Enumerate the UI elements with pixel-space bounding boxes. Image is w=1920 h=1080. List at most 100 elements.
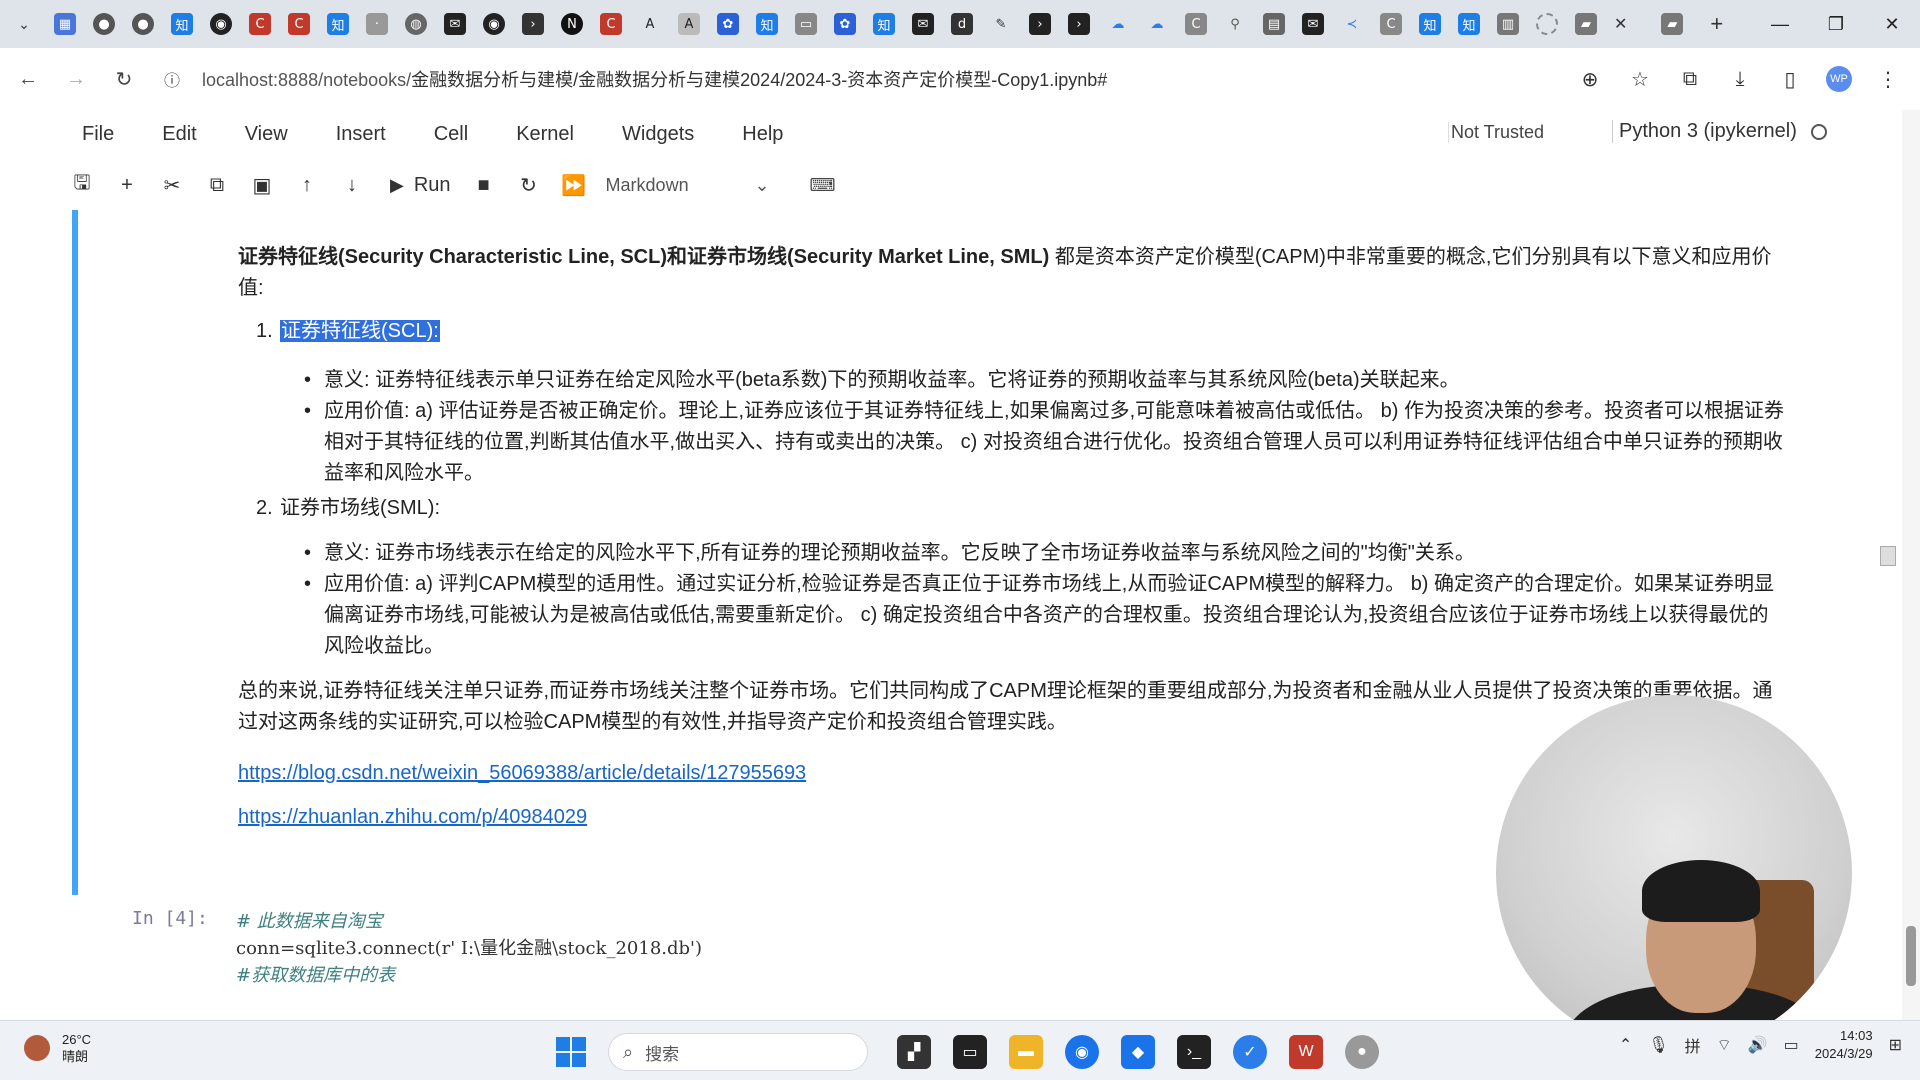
grid-icon[interactable]: ▤ — [1263, 13, 1285, 35]
maximize-icon[interactable]: ❐ — [1808, 0, 1864, 48]
dot-icon[interactable]: · — [366, 13, 388, 35]
record-icon[interactable]: ● — [93, 13, 115, 35]
avatar[interactable]: WP — [1826, 66, 1852, 92]
reload-icon[interactable]: ↻ — [104, 59, 144, 99]
close-tab-icon[interactable]: ✕ — [1614, 14, 1627, 34]
zoom-icon[interactable]: ⊕ — [1576, 65, 1604, 93]
menu-widgets[interactable]: Widgets — [622, 123, 694, 146]
taskbar-search[interactable]: ⌕ 搜索 — [608, 1033, 868, 1071]
vscode-icon[interactable]: ≺ — [1341, 13, 1363, 35]
menu-file[interactable]: File — [82, 123, 114, 146]
run-button[interactable]: ▶ Run — [390, 174, 451, 197]
ai-icon[interactable]: A — [678, 13, 700, 35]
book-icon[interactable]: ▥ — [1497, 13, 1519, 35]
trust-indicator[interactable]: Not Trusted — [1448, 122, 1544, 143]
runner-icon[interactable]: ⚲ — [1224, 13, 1246, 35]
add-cell-icon[interactable]: + — [115, 173, 139, 197]
zhihu-icon[interactable]: 知 — [1458, 13, 1480, 35]
keyboard-icon[interactable]: ⌨ — [810, 175, 836, 196]
menu-kernel[interactable]: Kernel — [516, 123, 574, 146]
url-field[interactable]: localhost:8888/notebooks/金融数据分析与建模/金融数据分… — [202, 66, 1107, 92]
minimize-icon[interactable]: — — [1752, 0, 1808, 48]
back-icon[interactable]: ← — [8, 59, 48, 99]
mail-icon[interactable]: ✉ — [1302, 13, 1324, 35]
chrome-icon[interactable]: ◉ — [1065, 1035, 1099, 1069]
zhihu-icon[interactable]: 知 — [171, 13, 193, 35]
baidu-icon[interactable]: ✿ — [834, 13, 856, 35]
c-icon[interactable]: C — [288, 13, 310, 35]
extensions-icon[interactable]: ⧉ — [1676, 65, 1704, 93]
network-icon[interactable]: ⌔ — [1717, 1035, 1732, 1055]
scrollbar-thumb[interactable] — [1906, 926, 1916, 986]
terminal-icon[interactable]: › — [522, 13, 544, 35]
forward-icon[interactable]: → — [56, 59, 96, 99]
c-icon[interactable]: C — [600, 13, 622, 35]
new-tab-button[interactable]: + — [1710, 11, 1723, 37]
dds-icon[interactable]: d — [951, 13, 973, 35]
code-cell[interactable]: # 此数据来自淘宝 conn=sqlite3.connect(r' I:\量化金… — [236, 908, 702, 989]
windows-start-icon[interactable] — [556, 1037, 586, 1067]
loading-icon[interactable] — [1536, 13, 1558, 35]
cloud-icon[interactable]: ☁ — [1107, 13, 1129, 35]
zhihu-icon[interactable]: 知 — [327, 13, 349, 35]
menu-insert[interactable]: Insert — [336, 123, 386, 146]
doc-icon[interactable]: ▰ — [1661, 13, 1684, 35]
monitor-icon[interactable]: ▭ — [953, 1035, 987, 1069]
cell-type-select[interactable]: Markdown ⌄ — [606, 175, 770, 196]
pen-icon[interactable]: ✎ — [990, 13, 1012, 35]
github-icon[interactable]: ◉ — [210, 13, 232, 35]
vpn-icon[interactable]: ✓ — [1233, 1035, 1267, 1069]
notification-icon[interactable]: ⊞ — [1889, 1035, 1902, 1055]
zhihu-icon[interactable]: 知 — [756, 13, 778, 35]
c-icon[interactable]: C — [249, 13, 271, 35]
sidebar-icon[interactable]: ▯ — [1776, 65, 1804, 93]
mail-icon[interactable]: ✉ — [912, 13, 934, 35]
restart-icon[interactable]: ↻ — [517, 173, 541, 197]
bookmark-star-icon[interactable]: ☆ — [1626, 65, 1654, 93]
file-explorer-icon[interactable]: ▬ — [1009, 1035, 1043, 1069]
ai-icon[interactable]: A — [639, 13, 661, 35]
image-icon[interactable]: ▭ — [795, 13, 817, 35]
c-icon[interactable]: C — [1185, 13, 1207, 35]
kernel-indicator[interactable]: Python 3 (ipykernel) — [1612, 120, 1827, 143]
menu-edit[interactable]: Edit — [162, 123, 196, 146]
move-down-icon[interactable]: ↓ — [340, 173, 364, 197]
zhihu-icon[interactable]: 知 — [873, 13, 895, 35]
terminal-icon[interactable]: › — [1068, 13, 1090, 35]
notion-icon[interactable]: N — [561, 13, 583, 35]
terminal-icon[interactable]: ›_ — [1177, 1035, 1211, 1069]
taskview-icon[interactable]: ▞ — [897, 1035, 931, 1069]
tray-expand-icon[interactable]: ⌃ — [1619, 1035, 1632, 1055]
save-icon[interactable]: 🖫 — [70, 172, 94, 197]
menu-help[interactable]: Help — [742, 123, 783, 146]
page-scrollbar[interactable] — [1902, 110, 1920, 1020]
baidu-icon[interactable]: ✿ — [717, 13, 739, 35]
move-up-icon[interactable]: ↑ — [295, 173, 319, 197]
record-icon[interactable]: ● — [1345, 1035, 1379, 1069]
volume-icon[interactable]: 🔊 — [1748, 1035, 1768, 1055]
c-icon[interactable]: C — [1380, 13, 1402, 35]
site-info-icon[interactable]: ⓘ — [152, 59, 192, 99]
download-icon[interactable]: ⤓ — [1726, 65, 1754, 93]
stop-icon[interactable]: ■ — [472, 173, 496, 197]
record-icon[interactable]: ● — [132, 13, 154, 35]
menu-view[interactable]: View — [245, 123, 288, 146]
ime-icon[interactable]: 拼 — [1685, 1033, 1701, 1057]
calendar-icon[interactable]: ▦ — [54, 13, 76, 35]
cloud-icon[interactable]: ☁ — [1146, 13, 1168, 35]
fast-forward-icon[interactable]: ⏩ — [561, 173, 586, 197]
doc-icon[interactable]: ▰ — [1575, 13, 1597, 35]
clock[interactable]: 14:03 2024/3/29 — [1815, 1027, 1873, 1063]
weather-widget[interactable]: 26°C 晴朗 — [24, 1031, 91, 1065]
zhihu-icon[interactable]: 知 — [1419, 13, 1441, 35]
github-icon[interactable]: ◉ — [483, 13, 505, 35]
copy-icon[interactable]: ⧉ — [205, 173, 229, 197]
more-menu-icon[interactable]: ⋮ — [1874, 65, 1902, 93]
wps-icon[interactable]: W — [1289, 1035, 1323, 1069]
mail-icon[interactable]: ✉ — [444, 13, 466, 35]
globe-icon[interactable]: ◍ — [405, 13, 427, 35]
feishu-icon[interactable]: ◆ — [1121, 1035, 1155, 1069]
battery-icon[interactable]: ▭ — [1784, 1035, 1799, 1055]
cut-icon[interactable]: ✂ — [160, 173, 184, 197]
menu-cell[interactable]: Cell — [434, 123, 468, 146]
